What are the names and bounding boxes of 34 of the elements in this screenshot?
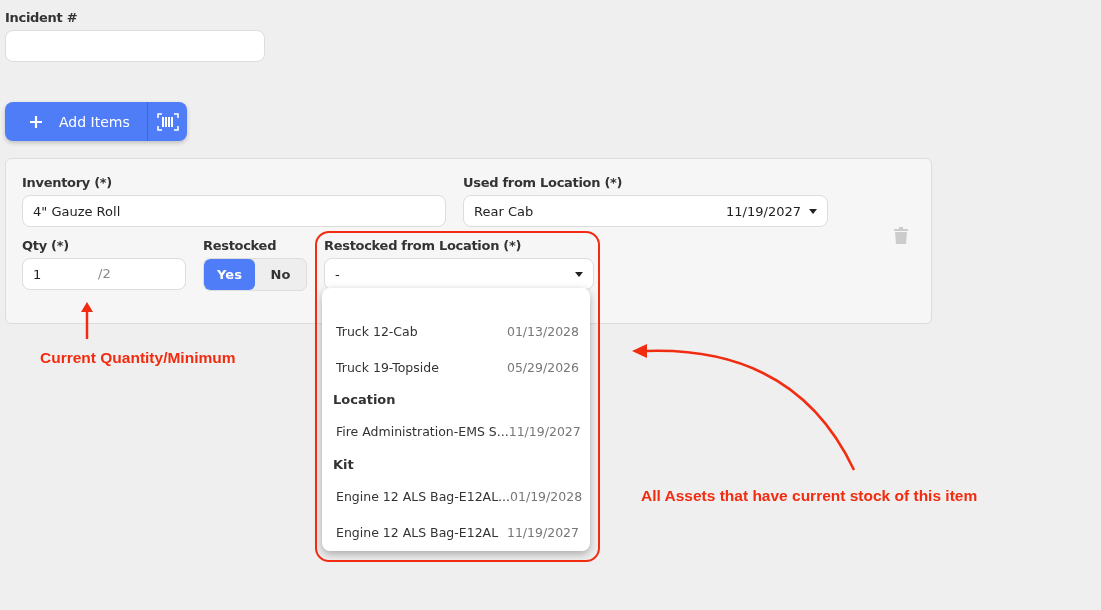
field-label: Incident # xyxy=(5,10,79,25)
dropdown-option[interactable]: Engine 12 ALS Bag-E12AL... xyxy=(336,488,511,504)
dropdown-option[interactable]: Truck 12-Cab xyxy=(336,323,418,339)
add-items-button[interactable]: Add Items xyxy=(5,102,147,141)
caret-icon xyxy=(809,208,817,214)
option-date: 11/19/2027 xyxy=(506,525,579,541)
option-date: 01/19/2028 xyxy=(510,488,583,504)
field-label: Used from Location (*) xyxy=(463,175,624,190)
location-select[interactable]: Rear Cab 11/19/2027 xyxy=(463,195,828,227)
barcode-icon xyxy=(156,112,179,131)
option-date: 11/19/2027 xyxy=(508,424,581,440)
dropdown-option[interactable]: Truck 19-Topside xyxy=(336,360,439,376)
inventory-field[interactable]: 4" Gauze Roll xyxy=(22,195,446,227)
incident-field[interactable] xyxy=(5,30,265,62)
field-label: Restocked xyxy=(203,238,278,253)
toggle-option[interactable]: No xyxy=(255,259,306,290)
option-date: 01/13/2028 xyxy=(506,323,579,339)
dropdown-option[interactable]: Fire Administration-EMS S... xyxy=(336,424,509,440)
option-date: 05/29/2026 xyxy=(506,360,579,376)
field-label: Qty (*) xyxy=(22,238,70,253)
plus-icon xyxy=(29,114,43,129)
caret-icon xyxy=(575,271,583,277)
toggle-option[interactable]: Yes xyxy=(204,259,255,290)
location-select[interactable]: - xyxy=(324,258,594,290)
field-label: Restocked from Location (*) xyxy=(324,238,523,253)
trash-icon[interactable] xyxy=(894,227,908,244)
annotation-text: Current Quantity/Minimum xyxy=(40,349,236,367)
group-heading: Location xyxy=(333,392,396,408)
annotation-text: All Assets that have current stock of this item xyxy=(641,487,978,505)
group-heading: Kit xyxy=(333,456,354,472)
minimum-text: /2 xyxy=(98,266,111,281)
dropdown-option[interactable]: Engine 12 ALS Bag-E12AL xyxy=(336,525,499,541)
annotation-arrow xyxy=(80,302,94,339)
field-label: Inventory (*) xyxy=(22,175,113,190)
